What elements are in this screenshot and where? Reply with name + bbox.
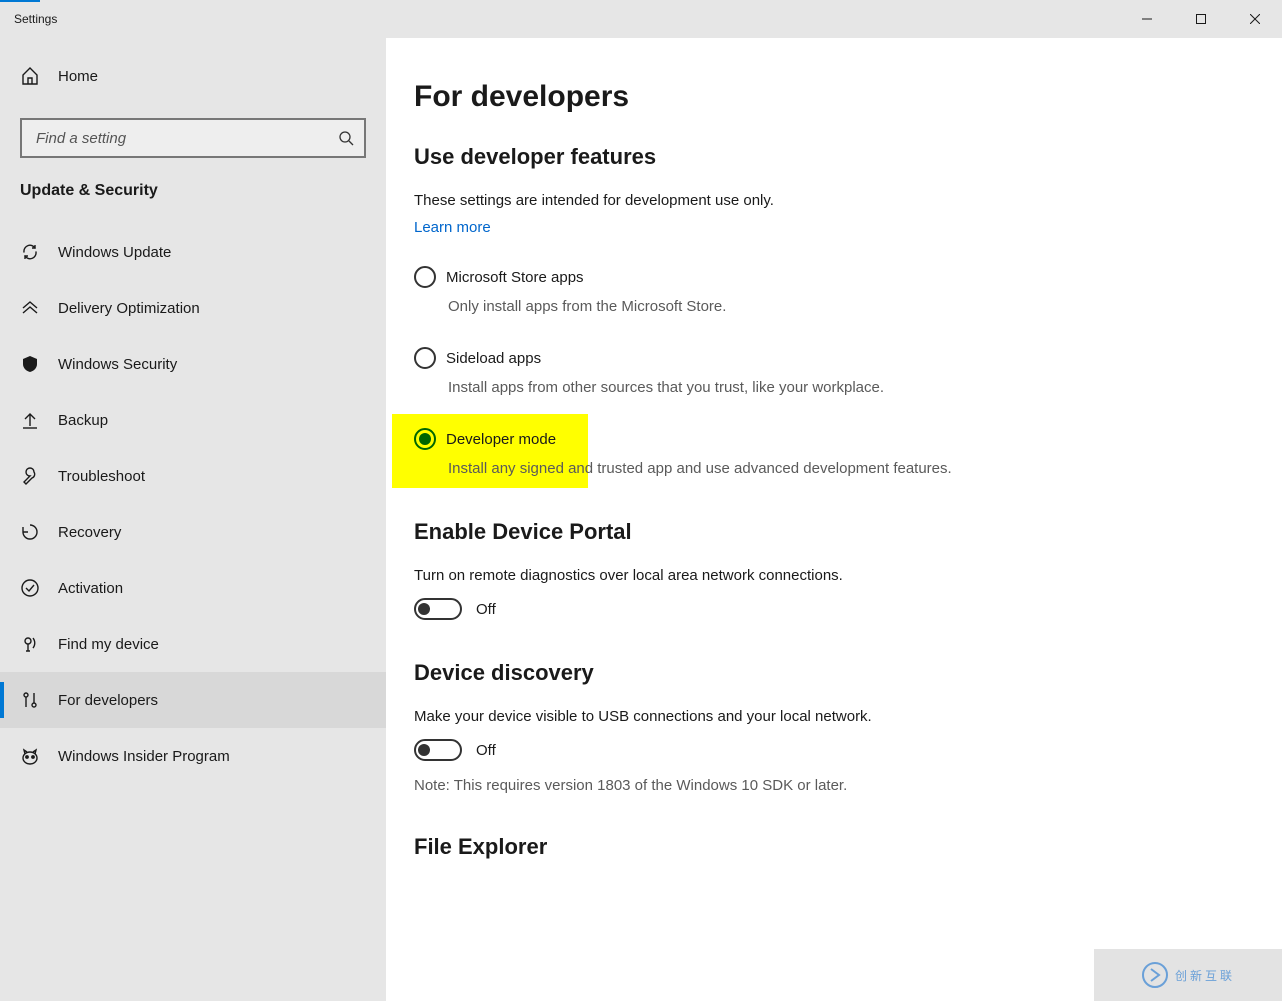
radio-label: Microsoft Store apps	[446, 269, 584, 286]
home-icon	[20, 66, 40, 86]
sidebar-item-label: Recovery	[58, 524, 121, 541]
radio-option-developer-mode: Developer mode Install any signed and tr…	[414, 428, 1282, 479]
device-portal-state: Off	[476, 601, 496, 618]
sidebar-item-label: Windows Insider Program	[58, 748, 230, 765]
sidebar-item-label: Delivery Optimization	[58, 300, 200, 317]
radio-icon	[414, 266, 436, 288]
radio-store-apps[interactable]: Microsoft Store apps	[414, 266, 1282, 288]
sidebar-item-label: Find my device	[58, 636, 159, 653]
radio-label: Sideload apps	[446, 350, 541, 367]
sidebar-item-troubleshoot[interactable]: Troubleshoot	[0, 448, 386, 504]
recovery-icon	[20, 522, 40, 542]
sidebar-item-label: Windows Update	[58, 244, 171, 261]
backup-icon	[20, 410, 40, 430]
watermark: 创新互联	[1094, 949, 1282, 1001]
watermark-text: 创新互联	[1175, 967, 1235, 984]
radio-developer-mode[interactable]: Developer mode	[414, 428, 1282, 450]
shield-icon	[20, 354, 40, 374]
wrench-icon	[20, 466, 40, 486]
device-discovery-state: Off	[476, 742, 496, 759]
sidebar-home[interactable]: Home	[0, 48, 386, 104]
page-title: For developers	[414, 80, 1282, 114]
main-content: For developers Use developer features Th…	[386, 38, 1282, 1001]
device-discovery-toggle[interactable]	[414, 739, 462, 761]
device-portal-desc: Turn on remote diagnostics over local ar…	[414, 567, 1282, 584]
minimize-button[interactable]	[1120, 0, 1174, 38]
device-portal-toggle[interactable]	[414, 598, 462, 620]
sidebar-item-label: Windows Security	[58, 356, 177, 373]
file-explorer-heading: File Explorer	[414, 834, 1282, 860]
home-label: Home	[58, 68, 98, 85]
search-input[interactable]	[36, 130, 338, 147]
device-portal-heading: Enable Device Portal	[414, 519, 1282, 545]
titlebar-label: Settings	[14, 12, 57, 26]
insider-icon	[20, 746, 40, 766]
window-controls	[1120, 0, 1282, 38]
sidebar-item-windows-update[interactable]: Windows Update	[0, 224, 386, 280]
sidebar-item-label: Troubleshoot	[58, 468, 145, 485]
search-icon	[338, 130, 354, 146]
device-discovery-note: Note: This requires version 1803 of the …	[414, 777, 1282, 794]
delivery-icon	[20, 298, 40, 318]
search-box[interactable]	[20, 118, 366, 158]
radio-desc: Only install apps from the Microsoft Sto…	[414, 296, 974, 317]
maximize-button[interactable]	[1174, 0, 1228, 38]
sidebar-item-windows-insider[interactable]: Windows Insider Program	[0, 728, 386, 784]
sidebar-item-recovery[interactable]: Recovery	[0, 504, 386, 560]
sidebar-item-windows-security[interactable]: Windows Security	[0, 336, 386, 392]
radio-option-sideload: Sideload apps Install apps from other so…	[414, 347, 1282, 398]
find-device-icon	[20, 634, 40, 654]
dev-features-heading: Use developer features	[414, 144, 1282, 170]
sidebar-item-backup[interactable]: Backup	[0, 392, 386, 448]
radio-desc: Install apps from other sources that you…	[414, 377, 974, 398]
sidebar-item-find-my-device[interactable]: Find my device	[0, 616, 386, 672]
sidebar-item-delivery-optimization[interactable]: Delivery Optimization	[0, 280, 386, 336]
radio-icon	[414, 428, 436, 450]
close-button[interactable]	[1228, 0, 1282, 38]
sidebar-item-label: Backup	[58, 412, 108, 429]
radio-option-store-apps: Microsoft Store apps Only install apps f…	[414, 266, 1282, 317]
sidebar-item-for-developers[interactable]: For developers	[0, 672, 386, 728]
sidebar-item-activation[interactable]: Activation	[0, 560, 386, 616]
sidebar: Home Update & Security Windows Update De…	[0, 38, 386, 1001]
radio-label: Developer mode	[446, 431, 556, 448]
radio-icon	[414, 347, 436, 369]
titlebar: Settings	[0, 0, 1282, 38]
radio-desc: Install any signed and trusted app and u…	[414, 458, 974, 479]
device-discovery-heading: Device discovery	[414, 660, 1282, 686]
device-discovery-desc: Make your device visible to USB connecti…	[414, 708, 1282, 725]
developers-icon	[20, 690, 40, 710]
sidebar-item-label: Activation	[58, 580, 123, 597]
sidebar-category: Update & Security	[0, 182, 386, 224]
radio-sideload[interactable]: Sideload apps	[414, 347, 1282, 369]
check-circle-icon	[20, 578, 40, 598]
dev-features-desc: These settings are intended for developm…	[414, 192, 1282, 209]
sidebar-item-label: For developers	[58, 692, 158, 709]
sync-icon	[20, 242, 40, 262]
learn-more-link[interactable]: Learn more	[414, 219, 491, 236]
